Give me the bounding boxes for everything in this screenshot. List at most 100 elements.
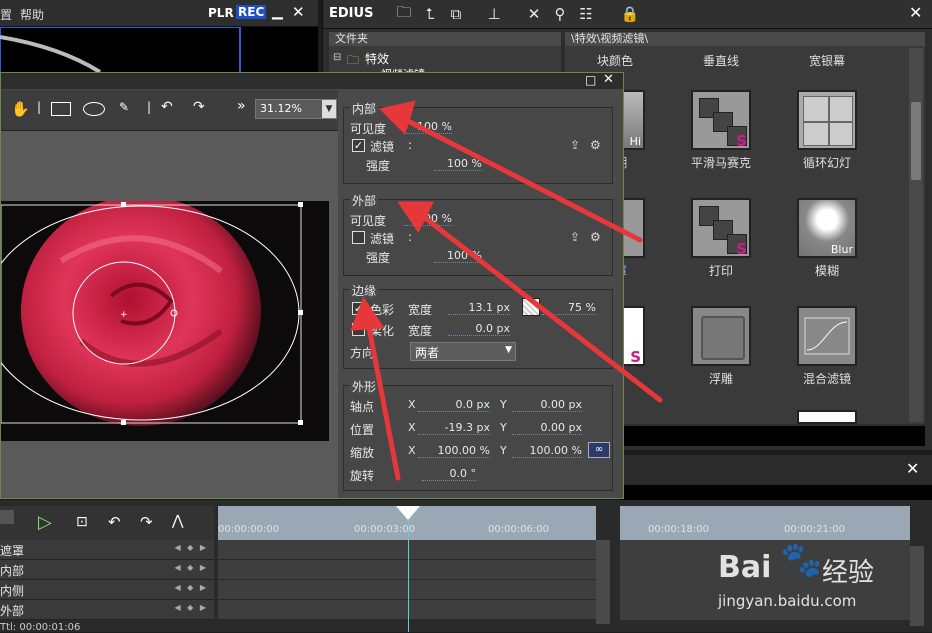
track-lane[interactable]: [218, 560, 596, 580]
effect-item[interactable]: 浮雕: [671, 306, 771, 387]
copy-icon[interactable]: ⧉: [445, 3, 467, 25]
outer-visibility-value[interactable]: 100 %: [404, 212, 452, 226]
track-lane[interactable]: [218, 540, 596, 560]
rotate-value[interactable]: 0.0 °: [422, 467, 476, 481]
effect-thumbnail: S: [691, 90, 751, 150]
hand-tool-icon[interactable]: ✋: [11, 100, 30, 118]
close-icon[interactable]: ✕: [292, 3, 305, 21]
expand-icon[interactable]: ⊟: [333, 52, 341, 63]
keyframe-nav-icon[interactable]: ◀ ◆ ▶: [174, 583, 208, 592]
inner-filter-colon: :: [408, 138, 413, 152]
pivot-x-value[interactable]: 0.0 px: [418, 398, 490, 412]
keyframe-icon[interactable]: ⊡: [76, 514, 88, 530]
effect-item[interactable]: S 平滑马赛克: [671, 90, 771, 171]
view-mode-icon[interactable]: ☷: [575, 3, 597, 25]
ellipse-tool-icon[interactable]: [83, 102, 105, 116]
keyframe-nav-icon[interactable]: ◀ ◆ ▶: [174, 563, 208, 572]
redo-icon[interactable]: ↷: [193, 99, 205, 115]
timeline-ruler[interactable]: 00:00:00:00 00:00:03:00 00:00:06:00: [218, 506, 596, 540]
undo-icon[interactable]: ↶: [161, 99, 173, 115]
effect-label: 循环幻灯: [802, 156, 851, 170]
timeline-scrollbar[interactable]: [596, 540, 610, 624]
rec-label[interactable]: REC: [236, 5, 267, 19]
effect-item[interactable]: 混合滤镜: [777, 306, 877, 387]
folder-node-effects[interactable]: 特效: [365, 50, 389, 67]
delete-icon[interactable]: ✕: [523, 3, 545, 25]
zoom-tools-icon[interactable]: »: [237, 98, 246, 114]
dialog-close-icon[interactable]: ✕: [603, 72, 614, 87]
scrollbar-thumb[interactable]: [911, 102, 921, 180]
menu-item-help[interactable]: 帮助: [20, 6, 44, 23]
menu-item-settings[interactable]: 置: [0, 6, 12, 23]
track-lane[interactable]: [218, 600, 596, 620]
outer-filter-checkbox[interactable]: [352, 231, 365, 244]
effect-item[interactable]: 循环幻灯: [777, 90, 877, 171]
track-row[interactable]: 遮罩 ◀ ◆ ▶: [0, 540, 214, 560]
next-keyframe-icon[interactable]: ↷: [140, 513, 153, 531]
effect-thumbnail: [797, 306, 857, 366]
effect-item[interactable]: 块颜色: [565, 48, 665, 69]
effect-scrollbar[interactable]: [909, 48, 923, 422]
properties-icon[interactable]: ⚲: [549, 3, 571, 25]
chevron-down-icon[interactable]: ▼: [505, 345, 512, 355]
open-filter-icon[interactable]: ⇪: [570, 230, 580, 244]
scale-x-value[interactable]: 100.00 %: [418, 444, 490, 458]
inner-filter-checkbox[interactable]: ✓: [352, 139, 365, 152]
graph-icon[interactable]: ⋀: [172, 513, 183, 529]
edge-soft-checkbox[interactable]: [352, 323, 365, 336]
effect-item[interactable]: Blur 模糊: [777, 198, 877, 279]
svg-text:+: +: [120, 310, 128, 320]
edge-direction-select[interactable]: 两者 ▼: [410, 342, 516, 361]
rose-image-canvas[interactable]: +: [1, 201, 329, 441]
pen-tool-icon[interactable]: ✎: [119, 100, 129, 114]
inner-visibility-value[interactable]: 100 %: [404, 120, 452, 134]
prev-keyframe-icon[interactable]: ↶: [108, 513, 121, 531]
inner-strength-value[interactable]: 100 %: [434, 157, 482, 171]
playhead-marker[interactable]: [396, 506, 420, 520]
edge-soft-width-value[interactable]: 0.0 px: [448, 322, 510, 336]
panel-toggle[interactable]: [0, 510, 14, 524]
rose-image: +: [1, 201, 329, 441]
bin-close-icon[interactable]: ✕: [909, 3, 922, 22]
effect-item[interactable]: S 打印: [671, 198, 771, 279]
link-scale-icon[interactable]: ∞: [588, 442, 610, 458]
panel-close-icon[interactable]: ✕: [906, 459, 919, 478]
keyframe-nav-icon[interactable]: ◀ ◆ ▶: [174, 543, 208, 552]
edge-color-checkbox[interactable]: ✓: [352, 302, 365, 315]
folder-node-icon: 🗀: [347, 53, 360, 67]
edge-opacity-value[interactable]: 75 %: [542, 301, 596, 315]
effect-item[interactable]: 垂直线: [671, 48, 771, 69]
filter-settings-icon[interactable]: ⚙: [590, 138, 601, 152]
edge-color-width-value[interactable]: 13.1 px: [448, 301, 510, 315]
effect-item[interactable]: 宽银幕: [777, 48, 877, 69]
minimize-icon[interactable]: ▁: [272, 4, 283, 20]
open-filter-icon[interactable]: ⇪: [570, 138, 580, 152]
edge-color-swatch[interactable]: [522, 298, 540, 316]
rectangle-tool-icon[interactable]: [51, 102, 71, 116]
folder-icon[interactable]: 🗀: [393, 3, 415, 25]
track-row[interactable]: 外部 ◀ ◆ ▶: [0, 600, 214, 620]
chevron-down-icon[interactable]: ▼: [322, 100, 336, 118]
scale-y-value[interactable]: 100.00 %: [512, 444, 582, 458]
plr-label[interactable]: PLR: [208, 6, 234, 20]
maximize-icon[interactable]: □: [585, 73, 596, 87]
play-icon[interactable]: ▷: [38, 512, 52, 533]
position-x-value[interactable]: -19.3 px: [418, 421, 490, 435]
filter-settings-icon[interactable]: ⚙: [590, 230, 601, 244]
zoom-select[interactable]: 31.12% ▼: [255, 99, 337, 119]
up-folder-icon[interactable]: ⮤: [419, 3, 441, 25]
lock-icon[interactable]: 🔒: [619, 3, 641, 25]
track-row[interactable]: 内侧 ◀ ◆ ▶: [0, 580, 214, 600]
outer-strength-value[interactable]: 100 %: [434, 249, 482, 263]
timeline-ruler-right[interactable]: 00:00:18:00 00:00:21:00: [620, 506, 910, 540]
track-lane[interactable]: [218, 580, 596, 600]
position-y-value[interactable]: 0.00 px: [512, 421, 582, 435]
track-row[interactable]: 内部 ◀ ◆ ▶: [0, 560, 214, 580]
pivot-y-value[interactable]: 0.00 px: [512, 398, 582, 412]
scale-x-label: X: [408, 444, 416, 457]
badge-s: S: [736, 240, 747, 258]
separator-icon: |: [37, 100, 42, 114]
keyframe-nav-icon[interactable]: ◀ ◆ ▶: [174, 603, 208, 612]
add-to-timeline-icon[interactable]: ⊥: [483, 3, 505, 25]
rotate-label: 旋转: [350, 469, 375, 483]
